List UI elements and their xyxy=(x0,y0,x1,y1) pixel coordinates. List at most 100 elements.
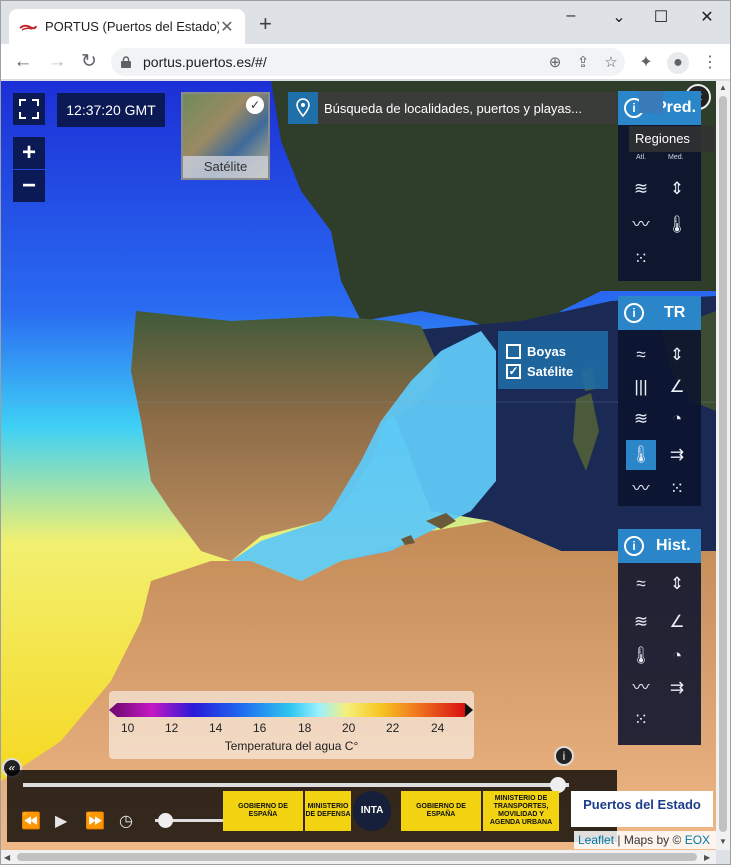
direction-icon[interactable]: ∠ xyxy=(662,607,692,637)
address-bar[interactable]: portus.puertos.es/#/ ⊕ ⇪ ☆ xyxy=(111,48,625,76)
fast-forward-icon[interactable]: ⏩ xyxy=(85,811,105,831)
info-icon[interactable]: i xyxy=(624,536,644,556)
grid-dots-icon[interactable]: ⁙ xyxy=(662,474,692,504)
current-icon[interactable]: 〰 xyxy=(626,673,656,703)
current-icon[interactable]: 〰 xyxy=(626,210,656,240)
speed-slider-handle[interactable] xyxy=(158,813,174,828)
legend-tick: 24 xyxy=(431,721,445,735)
tab-close-icon[interactable]: ✕ xyxy=(219,17,235,37)
leaflet-link[interactable]: Leaflet xyxy=(578,833,614,847)
legend-tick: 22 xyxy=(386,721,400,735)
tr-panel-header[interactable]: i TR xyxy=(618,296,701,330)
forward-button[interactable]: → xyxy=(45,50,69,74)
wave-height-icon[interactable]: ⇕ xyxy=(662,340,692,370)
grid-dots-icon[interactable]: ⁙ xyxy=(626,705,656,735)
timeline-track[interactable] xyxy=(23,783,569,787)
scroll-up-icon[interactable]: ▲ xyxy=(719,83,727,92)
close-window-button[interactable]: ✕ xyxy=(695,7,719,27)
chevron-down-icon[interactable]: ⌄ xyxy=(607,7,631,27)
browser-tab[interactable]: PORTUS (Puertos del Estado) ✕ xyxy=(9,9,245,44)
scroll-down-icon[interactable]: ▼ xyxy=(719,837,727,846)
wave-height-icon[interactable]: ⇕ xyxy=(662,174,692,204)
wind-icon[interactable]: ≋ xyxy=(626,174,656,204)
checkbox-boyas[interactable] xyxy=(506,343,521,359)
spectrum-icon[interactable]: ||| xyxy=(626,372,656,402)
thermometer-icon[interactable]: 🌡 xyxy=(626,641,656,671)
eox-link[interactable]: EOX xyxy=(685,833,710,847)
lock-icon xyxy=(121,56,131,68)
wind-icon[interactable]: ≋ xyxy=(626,607,656,637)
spain-map-icon[interactable] xyxy=(639,91,663,113)
layer-toggle-box: Boyas ✓ Satélite xyxy=(498,331,608,389)
horizontal-scrollbar[interactable]: ◀ ▶ xyxy=(1,850,716,864)
basemap-selector[interactable]: ✓ Satélite xyxy=(181,92,270,180)
rewind-icon[interactable]: ⏪ xyxy=(21,811,41,831)
basemap-label: Satélite xyxy=(183,156,268,178)
current-direction-icon[interactable]: ⇉ xyxy=(662,673,692,703)
pred-panel: i Pred. Atl. Med. ≋ ⇕ 〰 🌡 ⁙ xyxy=(618,91,701,281)
thermometer-icon[interactable]: 🌡 xyxy=(626,440,656,470)
info-icon[interactable]: i xyxy=(624,303,644,323)
checkbox-satelite[interactable]: ✓ xyxy=(506,363,521,379)
extensions-icon[interactable]: ✦ xyxy=(635,52,657,74)
logo-gobierno-espana: GOBIERNO DE ESPAÑA xyxy=(223,791,303,831)
fullscreen-icon xyxy=(19,99,39,119)
location-search[interactable]: Búsqueda de localidades, puertos y playa… xyxy=(288,92,617,124)
wave-height-icon[interactable]: ⇕ xyxy=(662,569,692,599)
med-label: Med. xyxy=(668,154,684,161)
tab-strip: PORTUS (Puertos del Estado) ✕ + – ⌄ ☐ ✕ xyxy=(1,1,730,44)
profile-icon[interactable]: ● xyxy=(667,52,689,74)
minimize-button[interactable]: – xyxy=(559,7,583,25)
direction-icon[interactable]: ∠ xyxy=(662,372,692,402)
back-button[interactable]: ← xyxy=(11,50,35,74)
hist-panel-header[interactable]: i Hist. xyxy=(618,529,701,563)
institution-logos: GOBIERNO DE ESPAÑA MINISTERIO DE DEFENSA… xyxy=(223,791,613,831)
new-tab-button[interactable]: + xyxy=(259,13,272,35)
scroll-left-icon[interactable]: ◀ xyxy=(4,853,10,862)
map-attribution: Leaflet | Maps by © EOX xyxy=(574,831,716,849)
fullscreen-button[interactable] xyxy=(13,93,45,125)
vertical-scroll-thumb[interactable] xyxy=(719,96,727,832)
url-text: portus.puertos.es/#/ xyxy=(143,54,267,70)
logo-ministerio-transportes: MINISTERIO DE TRANSPORTES, MOVILIDAD Y A… xyxy=(483,791,559,831)
gauge-icon[interactable]: ◔ xyxy=(662,404,692,434)
info-icon[interactable]: i xyxy=(554,746,574,766)
reload-button[interactable]: ↻ xyxy=(77,50,101,74)
time-display: 12:37:20 GMT xyxy=(57,93,165,127)
zoom-out-button[interactable]: − xyxy=(13,170,45,202)
play-icon[interactable]: ▶ xyxy=(55,811,67,831)
temperature-legend: 10 12 14 16 18 20 22 24 Temperatura del … xyxy=(109,691,474,759)
map-pin-icon xyxy=(288,92,318,124)
legend-tick: 18 xyxy=(298,721,312,735)
legend-tick: 20 xyxy=(342,721,356,735)
bookmark-star-icon[interactable]: ☆ xyxy=(597,53,625,71)
grid-dots-icon[interactable]: ⁙ xyxy=(626,244,656,274)
zoom-in-button[interactable]: + xyxy=(13,137,45,169)
layer-label-satelite: Satélite xyxy=(527,363,574,379)
layer-option-satelite[interactable]: ✓ Satélite xyxy=(506,361,608,381)
brand-label: Puertos del Estado xyxy=(583,797,701,812)
menu-icon[interactable]: ⋮ xyxy=(699,52,721,74)
check-icon: ✓ xyxy=(246,96,264,114)
vertical-scrollbar[interactable]: ▲ ▼ xyxy=(716,81,730,850)
logo-gobierno-espana-2: GOBIERNO DE ESPAÑA xyxy=(401,791,481,831)
zoom-icon[interactable]: ⊕ xyxy=(541,53,569,71)
scroll-right-icon[interactable]: ▶ xyxy=(704,853,710,862)
wind-icon[interactable]: ≋ xyxy=(626,404,656,434)
current-direction-icon[interactable]: ⇉ xyxy=(662,440,692,470)
horizontal-scroll-thumb[interactable] xyxy=(17,853,697,861)
color-scale-bar xyxy=(109,703,473,717)
gauge-icon[interactable]: ◔ xyxy=(662,641,692,671)
tr-panel: i TR ≈ ⇕ ||| ∠ ≋ ◔ 🌡 ⇉ 〰 ⁙ xyxy=(618,296,701,506)
attribution-separator: | xyxy=(614,833,624,847)
regions-tooltip: Regiones xyxy=(629,126,714,152)
layer-option-boyas[interactable]: Boyas xyxy=(506,341,608,361)
waves-icon[interactable]: ≈ xyxy=(626,340,656,370)
thermometer-icon[interactable]: 🌡 xyxy=(662,210,692,240)
waves-icon[interactable]: ≈ xyxy=(626,569,656,599)
layer-label-boyas: Boyas xyxy=(527,343,567,359)
current-icon[interactable]: 〰 xyxy=(626,474,656,504)
share-icon[interactable]: ⇪ xyxy=(569,53,597,71)
legend-tick: 10 xyxy=(121,721,135,735)
maximize-button[interactable]: ☐ xyxy=(649,7,673,27)
